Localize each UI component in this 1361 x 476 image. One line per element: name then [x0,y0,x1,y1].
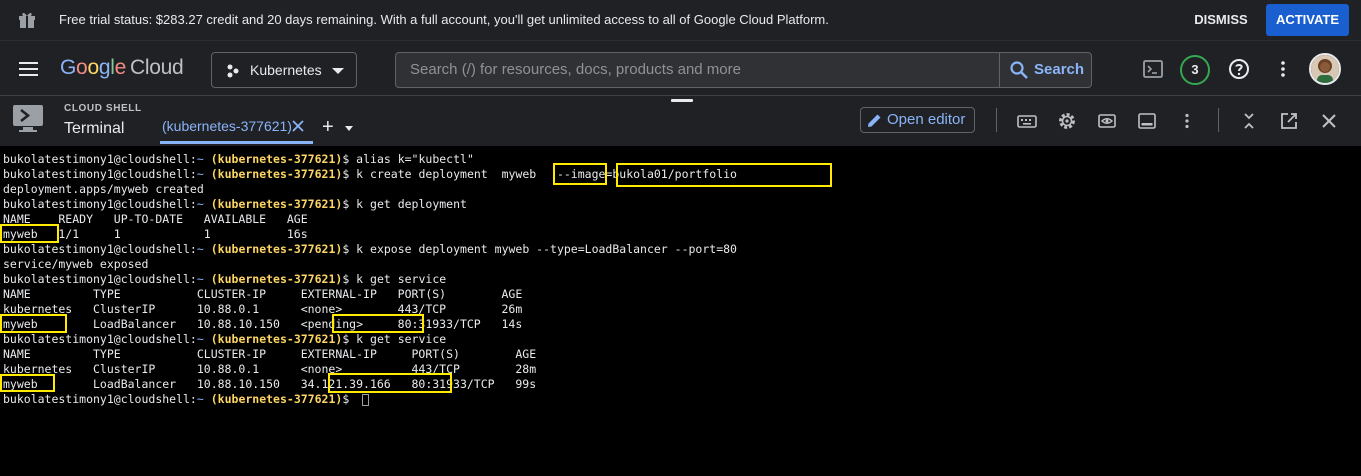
cloud-shell-label: CLOUD SHELL [64,103,142,114]
command-text: k get deployment [356,197,467,211]
trial-status-text: Free trial status: $283.27 credit and 20… [59,12,829,27]
web-preview-icon[interactable] [1097,111,1117,131]
prompt-user: bukolatestimony1@cloudshell: [3,272,197,286]
prompt-path: ~ [196,242,204,256]
highlight-deployment-row [0,224,59,243]
terminal-output-line: myweb LoadBalancer 10.88.10.150 <pending… [3,317,523,331]
top-navigation-bar: GoogleCloud Kubernetes Search 3 [0,40,1361,96]
prompt-path: ~ [196,197,204,211]
prompt-context: (kubernetes-377621) [210,197,343,211]
chevron-down-icon[interactable] [345,126,353,131]
prompt-context: (kubernetes-377621) [210,242,343,256]
terminal-output-line: kubernetes ClusterIP 10.88.0.1 <none> 44… [3,362,537,376]
avatar-image [1311,55,1339,83]
prompt-context: (kubernetes-377621) [210,392,343,406]
menu-icon[interactable] [19,62,38,76]
cloud-shell-header: CLOUD SHELL Terminal (kubernetes-377621)… [0,96,1361,146]
trial-banner: Free trial status: $283.27 credit and 20… [0,0,1361,40]
divider [1218,108,1219,132]
command-text: k get service [356,332,447,346]
prompt-path: ~ [196,392,204,406]
open-new-window-icon[interactable] [1279,111,1299,131]
prompt-context: (kubernetes-377621) [210,167,343,181]
search-icon [1010,61,1028,79]
search-input[interactable] [410,53,990,87]
prompt-context: (kubernetes-377621) [210,332,343,346]
terminal-command-line: bukolatestimony1@cloudshell:~ (kubernete… [3,152,474,166]
keyboard-icon[interactable] [1017,111,1037,131]
active-tab-indicator [160,141,313,144]
terminal-output[interactable]: bukolatestimony1@cloudshell:~ (kubernete… [0,146,1361,476]
settings-icon[interactable] [1057,111,1077,131]
help-icon[interactable] [1227,57,1251,81]
open-editor-label: Open editor [887,111,966,128]
prompt-path: ~ [196,152,204,166]
search-button-label: Search [1034,61,1085,78]
prompt-path: ~ [196,272,204,286]
dismiss-button[interactable]: DISMISS [1181,5,1261,35]
search-bar: Search [395,52,1092,88]
command-text: k expose deployment myweb --type=LoadBal… [356,242,737,256]
highlight-deployment-name [553,163,607,185]
divider [996,108,997,132]
terminal-output-line: kubernetes ClusterIP 10.88.0.1 <none> 44… [3,302,523,316]
highlight-service-name [0,314,67,333]
terminal-title: Terminal [64,120,125,137]
cloud-shell-icon[interactable] [1141,57,1165,81]
gift-icon [19,12,35,28]
project-selector[interactable]: Kubernetes [211,52,357,88]
minimize-panel-icon[interactable] [1137,111,1157,131]
terminal-command-line: bukolatestimony1@cloudshell:~ (kubernete… [3,332,447,346]
prompt-context: (kubernetes-377621) [210,152,343,166]
activate-button[interactable]: ACTIVATE [1266,4,1349,36]
prompt-user: bukolatestimony1@cloudshell: [3,197,197,211]
google-cloud-logo[interactable]: Google Cloud [60,56,184,80]
project-name: Kubernetes [250,62,322,78]
more-vert-icon[interactable] [1177,111,1197,131]
prompt-user: bukolatestimony1@cloudshell: [3,167,197,181]
command-text: k get service [356,272,447,286]
terminal-cursor [362,393,370,406]
more-vert-icon[interactable] [1271,57,1295,81]
terminal-output-line: myweb LoadBalancer 10.88.10.150 34.121.3… [3,377,537,391]
open-editor-button[interactable]: Open editor [860,107,975,133]
avatar[interactable] [1309,53,1341,85]
collapse-icon[interactable] [1239,111,1259,131]
highlight-image [616,163,832,187]
search-button[interactable]: Search [999,53,1092,87]
prompt-user: bukolatestimony1@cloudshell: [3,242,197,256]
terminal-command-line: bukolatestimony1@cloudshell:~ (kubernete… [3,392,370,407]
terminal-output-line: NAME TYPE CLUSTER-IP EXTERNAL-IP PORT(S)… [3,287,523,301]
prompt-user: bukolatestimony1@cloudshell: [3,332,197,346]
tab-kubernetes[interactable]: (kubernetes-377621) [162,118,292,134]
prompt-user: bukolatestimony1@cloudshell: [3,152,197,166]
prompt-context: (kubernetes-377621) [210,272,343,286]
highlight-external-ip [328,373,452,393]
prompt-path: ~ [196,332,204,346]
close-icon[interactable] [1319,111,1339,131]
highlight-pending-ip [332,314,424,333]
terminal-command-line: bukolatestimony1@cloudshell:~ (kubernete… [3,242,737,256]
pencil-icon [868,114,881,127]
terminal-output-line: service/myweb exposed [3,257,149,271]
resize-handle[interactable] [671,99,693,102]
close-tab-icon[interactable] [292,120,304,132]
command-text: alias k="kubectl" [356,152,474,166]
add-tab-button[interactable]: + [322,117,334,137]
notifications-badge[interactable]: 3 [1180,55,1210,85]
terminal-command-line: bukolatestimony1@cloudshell:~ (kubernete… [3,272,447,286]
highlight-service-name-2 [0,374,55,392]
terminal-output-line: deployment.apps/myweb created [3,182,204,196]
chevron-down-icon [332,68,344,74]
prompt-user: bukolatestimony1@cloudshell: [3,392,197,406]
prompt-path: ~ [196,167,204,181]
terminal-command-line: bukolatestimony1@cloudshell:~ (kubernete… [3,197,467,211]
terminal-icon [13,105,43,132]
project-dots-icon [227,64,239,78]
terminal-output-line: NAME TYPE CLUSTER-IP EXTERNAL-IP PORT(S)… [3,347,537,361]
